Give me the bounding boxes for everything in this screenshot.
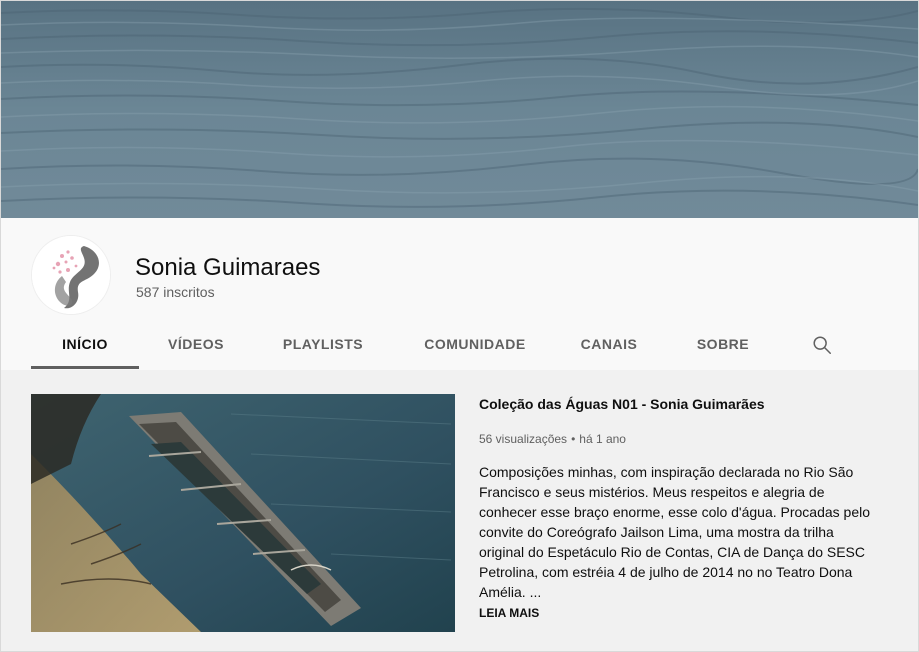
channel-banner xyxy=(1,1,918,218)
search-icon[interactable] xyxy=(811,334,833,356)
tab-videos[interactable]: VÍDEOS xyxy=(151,320,241,368)
channel-name: Sonia Guimaraes xyxy=(135,254,321,281)
view-count: 56 visualizações xyxy=(479,432,568,446)
active-tab-indicator xyxy=(31,366,139,369)
video-thumbnail[interactable] xyxy=(31,394,455,632)
featured-video-section: Coleção das Águas N01 - Sonia Guimarães … xyxy=(1,370,918,651)
video-description: Composições minhas, com inspiração decla… xyxy=(479,464,871,600)
channel-tabs: INÍCIO VÍDEOS PLAYLISTS COMUNIDADE CANAI… xyxy=(1,320,918,370)
video-title[interactable]: Coleção das Águas N01 - Sonia Guimarães xyxy=(479,396,765,412)
meta-separator: • xyxy=(571,432,576,446)
tab-comunidade[interactable]: COMUNIDADE xyxy=(409,320,541,368)
subscriber-count: 587 inscritos xyxy=(136,284,215,300)
tab-playlists[interactable]: PLAYLISTS xyxy=(271,320,375,368)
video-metadata: 56 visualizações • há 1 ano xyxy=(479,432,626,446)
tab-sobre[interactable]: SOBRE xyxy=(683,320,763,368)
channel-avatar[interactable] xyxy=(31,235,111,315)
tab-canais[interactable]: CANAIS xyxy=(567,320,651,368)
upload-age: há 1 ano xyxy=(579,432,626,446)
tab-inicio[interactable]: INÍCIO xyxy=(31,320,139,368)
read-more-button[interactable]: LEIA MAIS xyxy=(479,606,539,620)
